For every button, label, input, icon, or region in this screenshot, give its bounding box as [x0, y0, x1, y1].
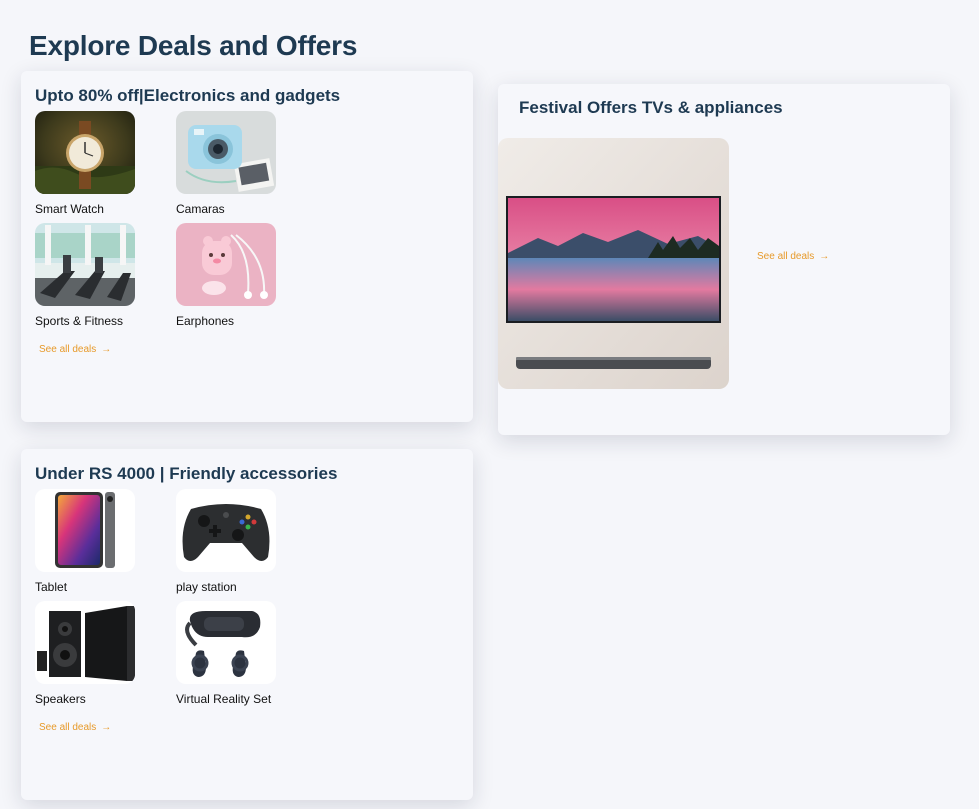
- card-title: Upto 80% off|Electronics and gadgets: [35, 86, 341, 105]
- tile-smart-watch[interactable]: Smart Watch: [35, 111, 155, 216]
- tile-tablet[interactable]: Tablet: [35, 489, 155, 594]
- speakers-image: [35, 601, 135, 684]
- card-title: Festival Offers TVs & appliances: [519, 98, 783, 117]
- tile-label: Virtual Reality Set: [176, 692, 272, 706]
- deal-card-electronics: Upto 80% off|Electronics and gadgets Sma…: [21, 71, 473, 422]
- see-all-label: See all deals: [39, 722, 97, 733]
- camera-image: [176, 111, 276, 194]
- tile-play-station[interactable]: play station: [176, 489, 296, 594]
- tablet-image: [35, 489, 135, 572]
- deal-card-festival: Festival Offers TVs & appliances See all…: [498, 84, 950, 435]
- see-all-deals-link[interactable]: See all deals →: [39, 344, 111, 355]
- page-title: Explore Deals and Offers: [29, 30, 358, 61]
- tile-label: Earphones: [176, 314, 235, 328]
- tile-virtual-reality-set[interactable]: Virtual Reality Set: [176, 601, 296, 706]
- card-title: Under RS 4000 | Friendly accessories: [35, 464, 338, 483]
- see-all-deals-link[interactable]: See all deals →: [757, 251, 829, 262]
- see-all-label: See all deals: [757, 251, 815, 262]
- watch-image: [35, 111, 135, 194]
- see-all-label: See all deals: [39, 344, 97, 355]
- tile-sports-fitness[interactable]: Sports & Fitness: [35, 223, 155, 328]
- earphones-image: [176, 223, 276, 306]
- gamepad-image: [176, 489, 276, 572]
- arrow-right-icon: →: [819, 251, 830, 262]
- tile-label: Sports & Fitness: [35, 314, 124, 328]
- tile-label: play station: [176, 580, 237, 594]
- vr-headset-image: [176, 601, 276, 684]
- tile-label: Camaras: [176, 202, 225, 216]
- tile-label: Speakers: [35, 692, 86, 706]
- treadmill-image: [35, 223, 135, 306]
- tile-label: Smart Watch: [35, 202, 104, 216]
- tile-speakers[interactable]: Speakers: [35, 601, 155, 706]
- deal-card-accessories: Under RS 4000 | Friendly accessories Tab…: [21, 449, 473, 800]
- tile-label: Tablet: [35, 580, 68, 594]
- see-all-deals-link[interactable]: See all deals →: [39, 722, 111, 733]
- tile-cameras[interactable]: Camaras: [176, 111, 296, 216]
- tile-earphones[interactable]: Earphones: [176, 223, 296, 328]
- arrow-right-icon: →: [101, 344, 112, 355]
- tv-image[interactable]: [498, 138, 729, 389]
- arrow-right-icon: →: [101, 722, 112, 733]
